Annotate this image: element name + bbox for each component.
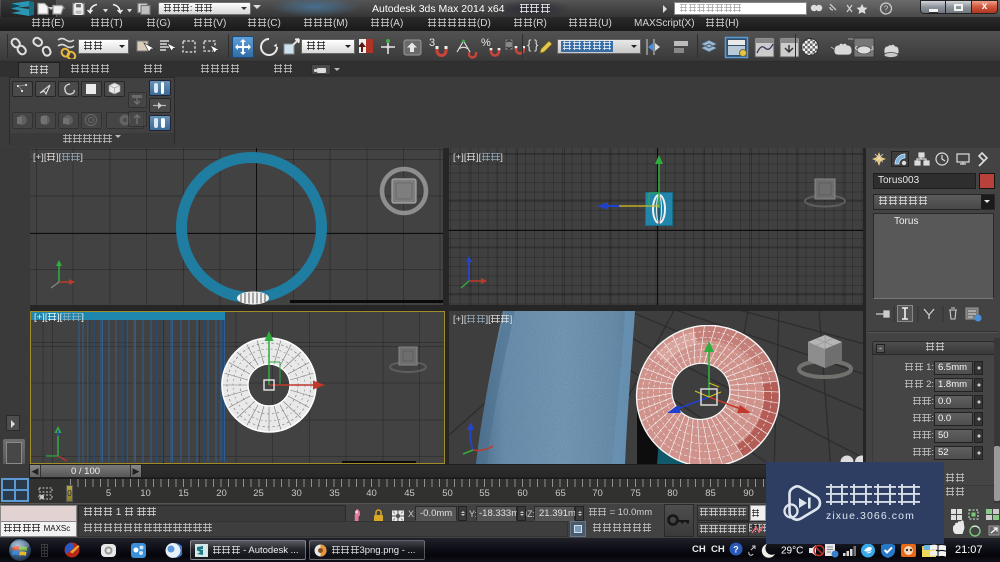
svg-text:?: ? xyxy=(733,545,739,555)
svg-text:{ }: { } xyxy=(527,37,539,52)
svg-text:?: ? xyxy=(884,5,889,14)
svg-text:3: 3 xyxy=(429,37,435,49)
svg-text:%: % xyxy=(481,37,491,49)
svg-text:29°C: 29°C xyxy=(781,546,803,557)
